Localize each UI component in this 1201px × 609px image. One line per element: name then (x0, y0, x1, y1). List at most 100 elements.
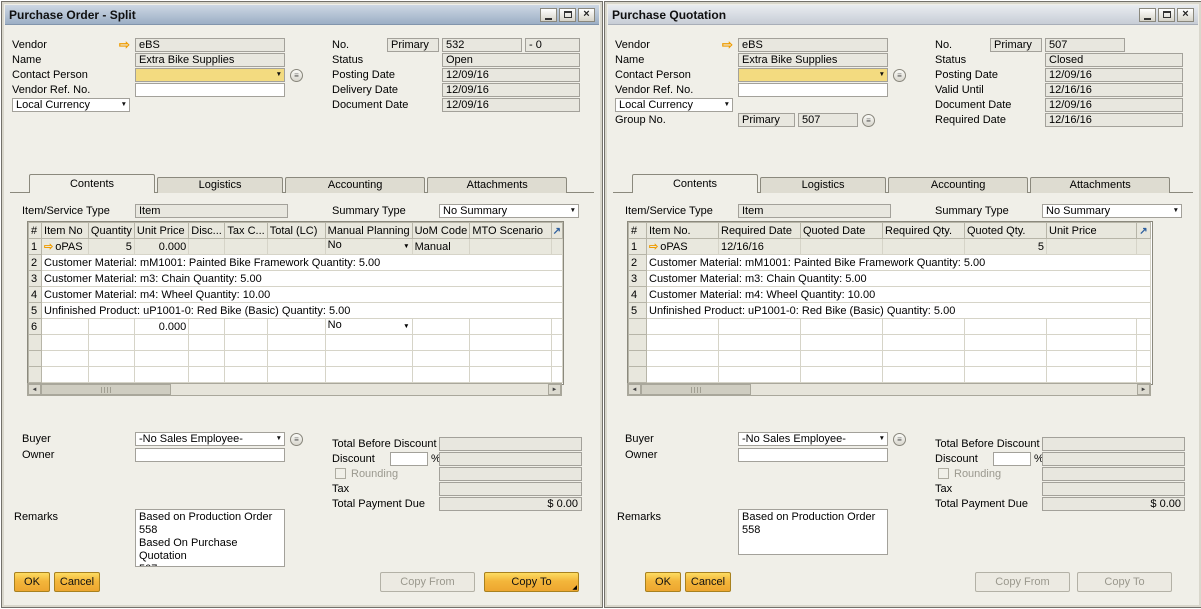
grid-cell[interactable] (225, 319, 267, 335)
grid-cell[interactable] (470, 239, 551, 255)
grid-cell[interactable] (134, 351, 188, 367)
minimize-button[interactable] (540, 8, 557, 22)
remarks-field[interactable]: Based on Production Order 558 Based On P… (135, 509, 285, 567)
dropdown-icon[interactable]: ▼ (879, 69, 885, 81)
grid-cell[interactable] (412, 335, 470, 351)
row-number[interactable] (629, 367, 647, 383)
grid-cell[interactable] (267, 319, 325, 335)
scroll-thumb[interactable] (41, 384, 171, 395)
column-header[interactable]: Quoted Qty. (965, 223, 1047, 239)
grid-cell[interactable] (225, 335, 267, 351)
grid-cell[interactable] (225, 367, 267, 383)
grid-cell[interactable] (88, 319, 134, 335)
grid-cell[interactable] (42, 351, 89, 367)
column-header[interactable]: MTO Scenario (470, 223, 551, 239)
grid-cell[interactable] (965, 335, 1047, 351)
column-header[interactable]: Tax C... (225, 223, 267, 239)
vendor-field[interactable]: eBS (135, 38, 285, 52)
delivery-date-field[interactable]: 12/09/16 (442, 83, 580, 97)
row-number[interactable] (629, 319, 647, 335)
tab-accounting[interactable]: Accounting (285, 177, 425, 193)
row-number[interactable]: 6 (29, 319, 42, 335)
column-header[interactable]: Total (LC) (267, 223, 325, 239)
column-header[interactable]: Item No. (647, 223, 719, 239)
cancel-button[interactable]: Cancel (685, 572, 731, 592)
link-arrow-icon[interactable]: ⇨ (44, 241, 53, 253)
tab-logistics[interactable]: Logistics (157, 177, 283, 193)
row-number[interactable] (29, 367, 42, 383)
row-number[interactable]: 5 (29, 303, 42, 319)
grid-cell[interactable] (267, 351, 325, 367)
grid-cell[interactable] (883, 239, 965, 255)
title-bar[interactable]: Purchase Order - Split × (5, 5, 599, 25)
grid-cell[interactable] (42, 367, 89, 383)
doc-number-field[interactable]: 507 (1045, 38, 1125, 52)
grid-cell[interactable] (801, 351, 883, 367)
dropdown-icon[interactable]: ▼ (121, 99, 127, 111)
grid-cell[interactable] (267, 335, 325, 351)
buyer-dropdown[interactable]: -No Sales Employee- ▼ (135, 432, 285, 446)
grid-cell[interactable] (470, 319, 551, 335)
row-number[interactable]: 2 (629, 255, 647, 271)
dropdown-icon[interactable]: ▼ (570, 205, 576, 217)
expand-grid-icon[interactable]: ↗ (1139, 226, 1147, 237)
valid-until-field[interactable]: 12/16/16 (1045, 83, 1183, 97)
row-number[interactable] (629, 351, 647, 367)
column-header[interactable]: Required Qty. (883, 223, 965, 239)
column-header[interactable]: Required Date (719, 223, 801, 239)
grid-cell[interactable]: ⇨oPAS (647, 239, 719, 255)
grid-cell[interactable] (225, 351, 267, 367)
summary-type-dropdown[interactable]: No Summary ▼ (1042, 204, 1182, 218)
ok-button[interactable]: OK (14, 572, 50, 592)
grid-cell[interactable]: Manual (412, 239, 470, 255)
required-date-field[interactable]: 12/16/16 (1045, 113, 1183, 127)
owner-field[interactable] (738, 448, 888, 462)
grid-cell[interactable] (719, 335, 801, 351)
link-arrow-icon[interactable]: ⇨ (119, 38, 130, 52)
row-number[interactable]: 3 (629, 271, 647, 287)
link-arrow-icon[interactable]: ⇨ (649, 241, 658, 253)
dropdown-icon[interactable]: ▼ (276, 69, 282, 81)
grid-cell[interactable]: 12/16/16 (719, 239, 801, 255)
dropdown-icon[interactable]: ▼ (403, 239, 409, 254)
grid-cell[interactable] (470, 335, 551, 351)
row-number[interactable] (29, 335, 42, 351)
grid-cell[interactable] (1047, 335, 1137, 351)
grid-cell[interactable] (88, 335, 134, 351)
group-series-field[interactable]: Primary (738, 113, 795, 127)
column-header[interactable]: UoM Code (412, 223, 470, 239)
grid-cell[interactable] (647, 367, 719, 383)
vendor-ref-field[interactable] (135, 83, 285, 97)
row-number[interactable]: 3 (29, 271, 42, 287)
close-button[interactable]: × (578, 8, 595, 22)
grid-cell[interactable] (883, 351, 965, 367)
contact-person-dropdown[interactable]: ▼ (135, 68, 285, 82)
grid-cell[interactable] (801, 367, 883, 383)
posting-date-field[interactable]: 12/09/16 (442, 68, 580, 82)
grid-cell[interactable] (88, 351, 134, 367)
grid-cell[interactable] (189, 239, 225, 255)
document-date-field[interactable]: 12/09/16 (1045, 98, 1183, 112)
grid-hscrollbar[interactable]: ◄ ► (627, 383, 1151, 396)
buyer-dropdown[interactable]: -No Sales Employee- ▼ (738, 432, 888, 446)
doc-series-field[interactable]: Primary (990, 38, 1042, 52)
row-number[interactable]: 4 (29, 287, 42, 303)
close-button[interactable]: × (1177, 8, 1194, 22)
owner-field[interactable] (135, 448, 285, 462)
column-header[interactable]: Item No (42, 223, 89, 239)
grid-cell[interactable] (1047, 319, 1137, 335)
grid-cell[interactable] (1047, 367, 1137, 383)
tab-attachments[interactable]: Attachments (427, 177, 567, 193)
column-header[interactable]: # (629, 223, 647, 239)
currency-dropdown[interactable]: Local Currency ▼ (615, 98, 733, 112)
grid-cell[interactable] (189, 367, 225, 383)
grid-cell[interactable] (719, 351, 801, 367)
grid-cell[interactable]: 5 (965, 239, 1047, 255)
dropdown-icon[interactable]: ▼ (403, 319, 409, 334)
ok-button[interactable]: OK (645, 572, 681, 592)
tab-attachments[interactable]: Attachments (1030, 177, 1170, 193)
grid-cell[interactable]: 0.000 (134, 319, 188, 335)
contact-person-dropdown[interactable]: ▼ (738, 68, 888, 82)
column-header[interactable]: Disc... (189, 223, 225, 239)
define-new-icon[interactable]: ≡ (862, 114, 875, 127)
